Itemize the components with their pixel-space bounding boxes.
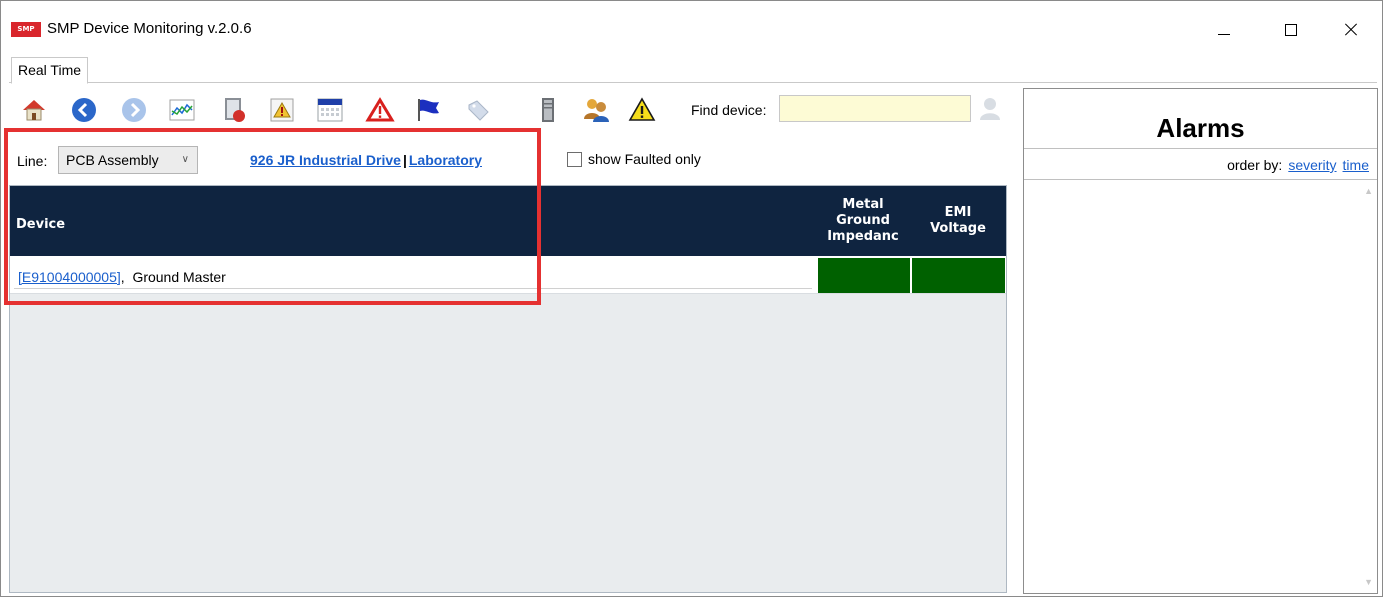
order-by-label: order by: bbox=[1227, 157, 1283, 173]
server-icon[interactable] bbox=[533, 95, 563, 125]
alarms-title: Alarms bbox=[1156, 113, 1245, 143]
table-row[interactable]: [E91004000005], Ground Master bbox=[10, 256, 1006, 294]
flag-icon[interactable] bbox=[413, 95, 443, 125]
minimize-button[interactable] bbox=[1201, 11, 1247, 47]
app-logo: SMP bbox=[11, 22, 41, 37]
close-button[interactable] bbox=[1327, 11, 1373, 47]
device-cell: [E91004000005], Ground Master bbox=[18, 269, 226, 285]
location-link[interactable]: 926 JR Industrial Drive bbox=[250, 152, 401, 168]
metal-ground-impedance-status[interactable] bbox=[818, 258, 910, 293]
tab-real-time[interactable]: Real Time bbox=[11, 57, 89, 84]
maximize-button[interactable] bbox=[1268, 11, 1314, 47]
warning-report-icon[interactable] bbox=[267, 95, 297, 125]
alarms-list[interactable]: ▲ ▼ bbox=[1024, 179, 1377, 593]
home-icon[interactable] bbox=[19, 95, 49, 125]
find-device-label: Find device: bbox=[691, 102, 767, 118]
caution-icon[interactable] bbox=[627, 95, 657, 125]
filter-bar: Line: PCB Assembly ∨ 926 JR Industrial D… bbox=[1, 141, 1011, 181]
column-header-emi-voltage[interactable]: EMI Voltage bbox=[911, 186, 1005, 256]
users-icon[interactable] bbox=[581, 95, 611, 125]
maximize-icon bbox=[1285, 24, 1297, 36]
tab-strip: Real Time bbox=[9, 55, 1377, 84]
device-grid: Device Metal Ground Impedanc EMI Voltage… bbox=[9, 185, 1007, 593]
back-icon[interactable] bbox=[69, 95, 99, 125]
user-search-icon bbox=[980, 98, 1000, 120]
app-window: SMP SMP Device Monitoring v.2.0.6 Real T… bbox=[0, 0, 1383, 597]
title-bar: SMP SMP Device Monitoring v.2.0.6 bbox=[1, 1, 1382, 55]
line-select[interactable]: PCB Assembly ∨ bbox=[58, 146, 198, 174]
area-link[interactable]: Laboratory bbox=[409, 152, 482, 168]
window-title: SMP Device Monitoring v.2.0.6 bbox=[47, 20, 252, 37]
location-breadcrumb: 926 JR Industrial Drive | Laboratory bbox=[250, 152, 482, 168]
device-name: Ground Master bbox=[132, 269, 226, 285]
tag-icon[interactable] bbox=[463, 95, 493, 125]
column-header-metal-ground-impedance[interactable]: Metal Ground Impedanc bbox=[817, 186, 909, 256]
alarm-icon[interactable] bbox=[365, 95, 395, 125]
scroll-down-icon[interactable]: ▼ bbox=[1364, 577, 1373, 587]
order-by-severity[interactable]: severity bbox=[1288, 157, 1336, 173]
calendar-icon[interactable] bbox=[315, 95, 345, 125]
order-by: order by: severity time bbox=[1227, 157, 1369, 173]
find-device-button[interactable] bbox=[976, 94, 1004, 122]
device-id-link[interactable]: [E91004000005] bbox=[18, 269, 121, 285]
chevron-down-icon: ∨ bbox=[181, 154, 189, 165]
chart-icon[interactable] bbox=[167, 95, 197, 125]
report-icon[interactable] bbox=[219, 95, 249, 125]
minimize-icon bbox=[1218, 34, 1230, 35]
toolbar: Find device: bbox=[1, 87, 1011, 133]
grid-header: Device Metal Ground Impedanc EMI Voltage bbox=[10, 186, 1006, 256]
line-label: Line: bbox=[17, 153, 48, 169]
alarms-panel: Alarms order by: severity time ▲ ▼ bbox=[1023, 88, 1378, 594]
line-select-value: PCB Assembly bbox=[66, 152, 159, 168]
find-device-input[interactable] bbox=[779, 95, 971, 122]
scroll-up-icon[interactable]: ▲ bbox=[1364, 186, 1373, 196]
breadcrumb-separator: | bbox=[402, 152, 407, 168]
show-faulted-toggle[interactable]: show Faulted only bbox=[567, 151, 701, 167]
column-header-device[interactable]: Device bbox=[16, 217, 65, 232]
show-faulted-checkbox[interactable] bbox=[567, 152, 582, 167]
show-faulted-label: show Faulted only bbox=[588, 151, 701, 167]
forward-icon[interactable] bbox=[119, 95, 149, 125]
emi-voltage-status[interactable] bbox=[912, 258, 1005, 293]
order-by-time[interactable]: time bbox=[1343, 157, 1369, 173]
